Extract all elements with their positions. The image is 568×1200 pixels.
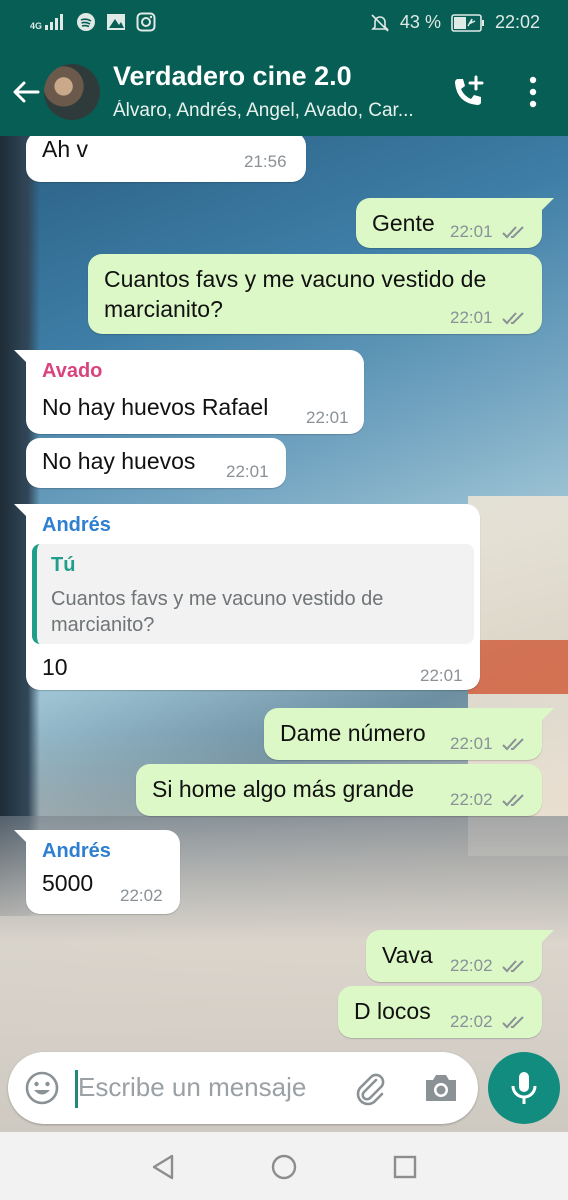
chat-area[interactable]: Ah v 21:56 Gente 22:01 Cuantos favs y me… bbox=[0, 136, 568, 1132]
message-text: No hay huevos Rafael bbox=[42, 394, 269, 420]
status-left-icons: 4G bbox=[30, 12, 156, 32]
quoted-sender: Tú bbox=[51, 554, 76, 576]
message-time: 22:01 bbox=[450, 734, 493, 753]
message-text: D locos bbox=[354, 998, 431, 1024]
message-time: 22:02 bbox=[120, 886, 163, 905]
message-text: Si home algo más grande bbox=[152, 776, 415, 802]
emoji-icon[interactable] bbox=[24, 1070, 60, 1106]
mute-icon bbox=[370, 13, 389, 32]
instagram-icon bbox=[136, 12, 156, 32]
gallery-icon bbox=[107, 14, 126, 30]
chat-participants[interactable]: Álvaro, Andrés, Angel, Avado, Car... bbox=[113, 100, 428, 122]
sender-name[interactable]: Avado bbox=[42, 360, 102, 383]
read-ticks-icon bbox=[502, 312, 524, 325]
group-avatar[interactable] bbox=[44, 64, 100, 120]
battery-percent: 43 % bbox=[399, 12, 441, 32]
read-ticks-icon bbox=[502, 738, 524, 751]
add-call-icon[interactable] bbox=[450, 74, 486, 110]
message-bubble-outgoing[interactable]: Si home algo más grande 22:02 bbox=[136, 764, 542, 816]
message-text: No hay huevos bbox=[42, 448, 196, 474]
message-bubble-incoming[interactable]: Andrés 5000 22:02 bbox=[14, 830, 180, 914]
message-bubble-incoming[interactable]: Avado No hay huevos Rafael 22:01 bbox=[14, 350, 364, 434]
signal-icon: 4G bbox=[30, 13, 66, 31]
chat-header: Verdadero cine 2.0 Álvaro, Andrés, Angel… bbox=[0, 48, 568, 136]
message-time: 21:56 bbox=[244, 152, 287, 171]
status-right: 43 % 22:02 bbox=[370, 12, 540, 33]
message-text: Dame número bbox=[280, 720, 426, 746]
bubble-tail bbox=[540, 198, 554, 212]
read-ticks-icon bbox=[502, 226, 524, 239]
nav-home-icon[interactable] bbox=[269, 1152, 299, 1182]
sender-name[interactable]: Andrés bbox=[42, 840, 111, 863]
message-time: 22:02 bbox=[450, 956, 493, 975]
message-time: 22:02 bbox=[450, 790, 493, 809]
attach-icon[interactable] bbox=[352, 1070, 388, 1106]
message-input[interactable]: Escribe un mensaje bbox=[78, 1072, 306, 1103]
message-bubble-outgoing[interactable]: Cuantos favs y me vacuno vestido de marc… bbox=[88, 254, 542, 334]
message-text: 10 bbox=[42, 654, 68, 680]
message-time: 22:02 bbox=[450, 1012, 493, 1031]
network-label: 4G bbox=[30, 21, 43, 31]
bubble-tail bbox=[14, 830, 28, 844]
message-bubble-outgoing[interactable]: D locos 22:02 bbox=[338, 986, 542, 1038]
quoted-text: Cuantos favs y me vacuno vestido de marc… bbox=[51, 588, 384, 636]
message-text-line-2: marcianito? bbox=[104, 296, 223, 322]
read-ticks-icon bbox=[502, 1016, 524, 1029]
message-bubble-incoming[interactable]: No hay huevos 22:01 bbox=[26, 438, 286, 488]
message-composer[interactable]: Escribe un mensaje bbox=[8, 1052, 478, 1124]
message-time: 22:01 bbox=[450, 222, 493, 241]
message-time: 22:01 bbox=[450, 308, 493, 327]
message-bubble-outgoing[interactable]: Dame número 22:01 bbox=[264, 708, 554, 760]
message-text: Ah v bbox=[42, 136, 89, 162]
battery-icon bbox=[451, 13, 484, 32]
more-options-icon[interactable] bbox=[522, 74, 544, 110]
sender-name[interactable]: Andrés bbox=[42, 514, 111, 537]
read-ticks-icon bbox=[502, 960, 524, 973]
message-time: 22:01 bbox=[306, 408, 349, 427]
message-text: Gente bbox=[372, 210, 435, 236]
bubble-tail bbox=[540, 708, 554, 722]
voice-record-button[interactable] bbox=[488, 1052, 560, 1124]
bubble-tail bbox=[14, 504, 28, 518]
nav-recents-icon[interactable] bbox=[390, 1152, 420, 1182]
status-bar: 4G 43 % 22:02 bbox=[0, 0, 568, 48]
camera-icon[interactable] bbox=[422, 1070, 460, 1106]
quoted-message[interactable]: Tú Cuantos favs y me vacuno vestido de m… bbox=[32, 544, 474, 644]
status-time: 22:02 bbox=[494, 12, 540, 32]
message-time: 22:01 bbox=[226, 462, 269, 481]
message-bubble-incoming[interactable]: Andrés Tú Cuantos favs y me vacuno vesti… bbox=[14, 504, 480, 690]
message-bubble-incoming[interactable]: Ah v 21:56 bbox=[26, 136, 306, 182]
message-text: 5000 bbox=[42, 870, 94, 896]
bubble-tail bbox=[540, 930, 554, 944]
bubble-tail bbox=[14, 350, 28, 364]
spotify-icon bbox=[77, 13, 96, 31]
chat-title[interactable]: Verdadero cine 2.0 bbox=[113, 61, 352, 92]
nav-back-icon[interactable] bbox=[148, 1152, 178, 1182]
message-text: Vava bbox=[382, 942, 433, 968]
message-bubble-outgoing[interactable]: Vava 22:02 bbox=[366, 930, 554, 982]
android-nav-bar bbox=[0, 1132, 568, 1200]
microphone-icon bbox=[511, 1072, 537, 1104]
read-ticks-icon bbox=[502, 794, 524, 807]
back-arrow-icon[interactable] bbox=[10, 76, 42, 108]
message-bubble-outgoing[interactable]: Gente 22:01 bbox=[356, 198, 554, 248]
message-time: 22:01 bbox=[420, 666, 463, 685]
message-text-line-1: Cuantos favs y me vacuno vestido de bbox=[104, 266, 487, 292]
